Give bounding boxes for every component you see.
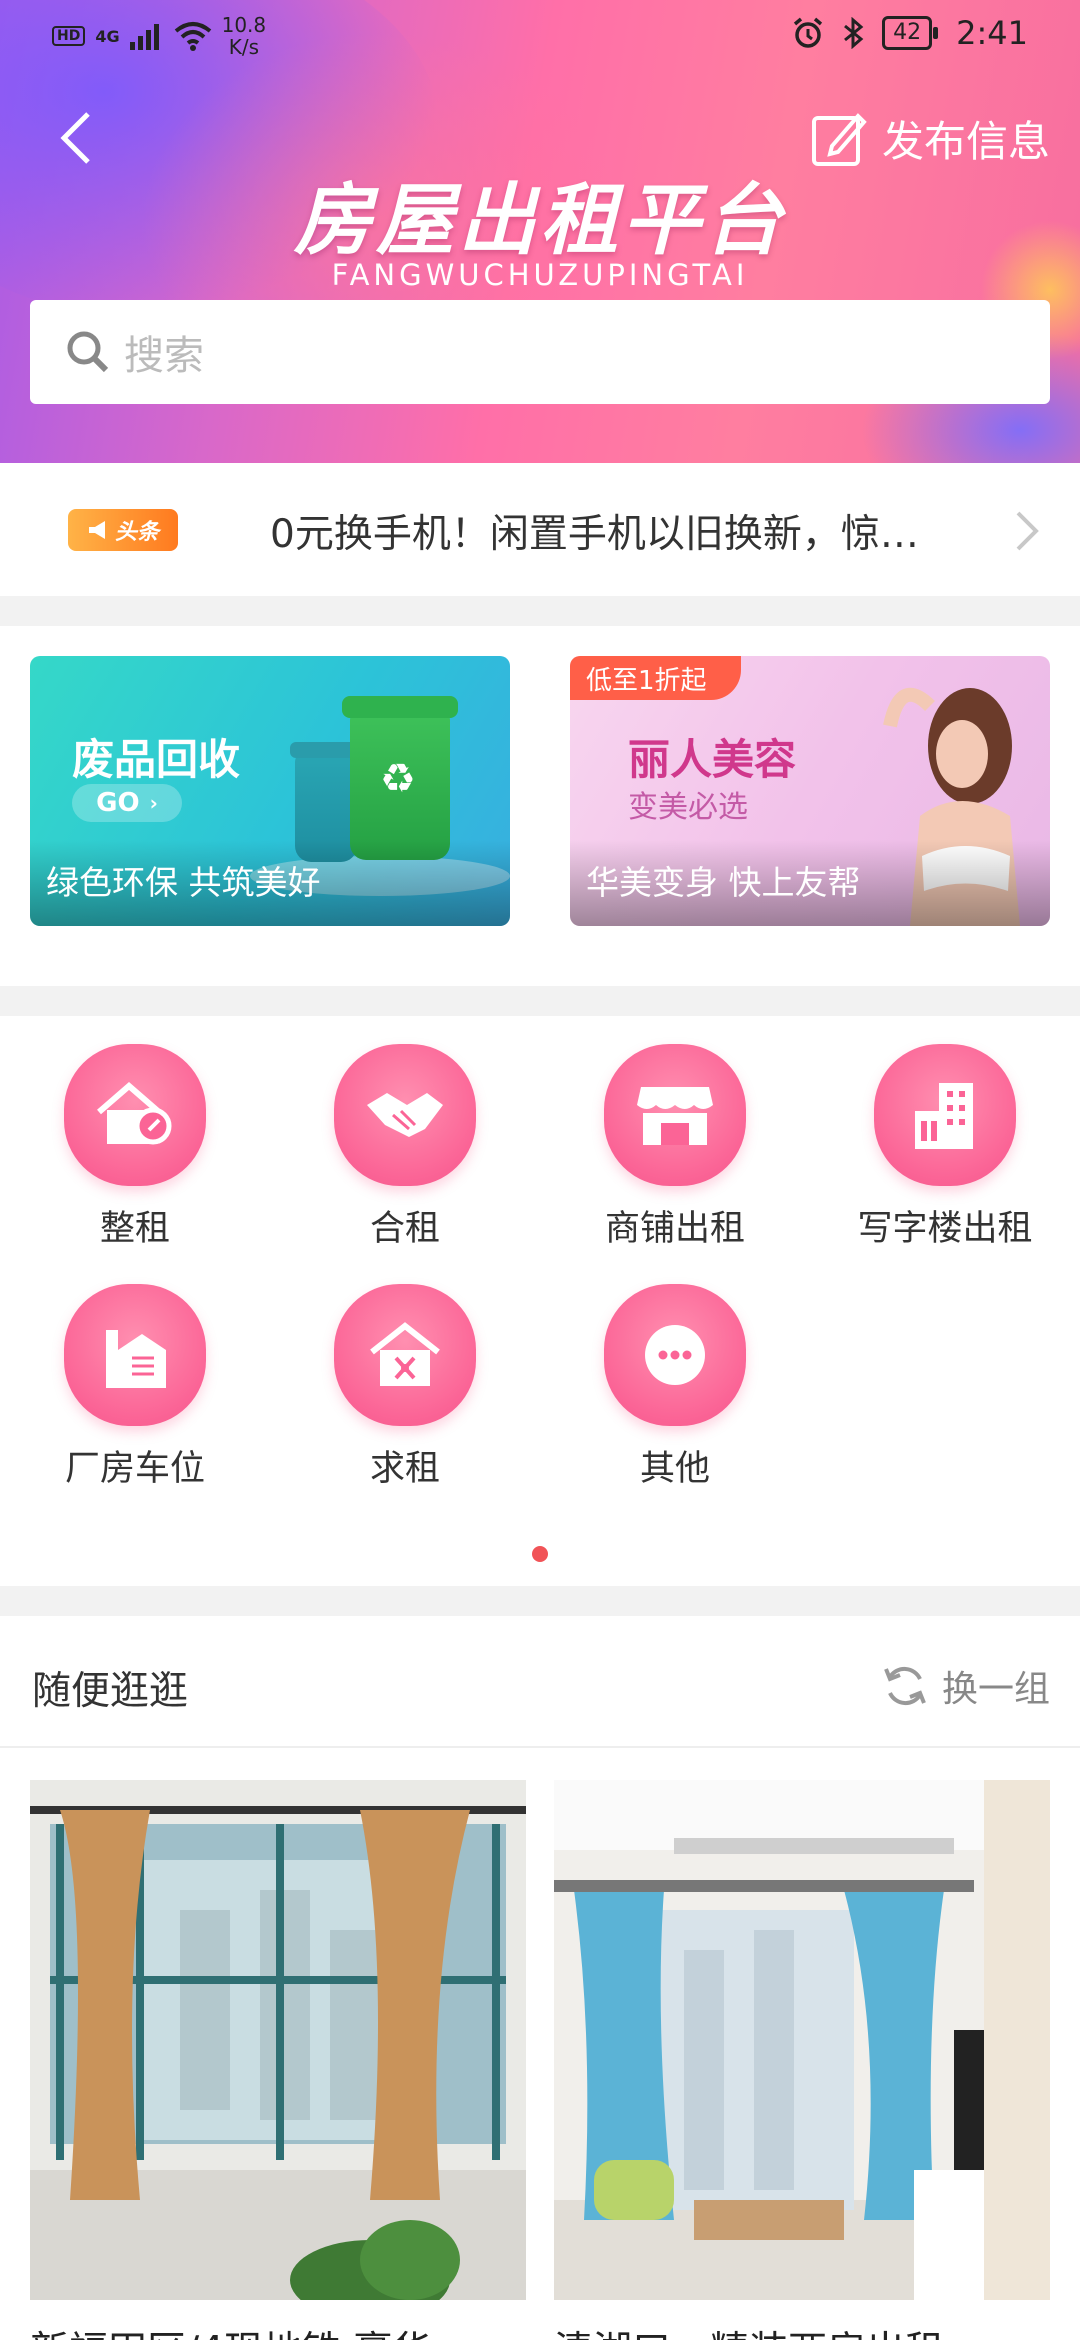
search-placeholder: 搜索 bbox=[124, 333, 204, 379]
megaphone-icon bbox=[88, 521, 105, 539]
banner-caption: 华美变身 快上友帮 bbox=[586, 863, 861, 902]
category-label: 求租 bbox=[369, 1449, 440, 1489]
shuffle-label: 换一组 bbox=[941, 1669, 1050, 1710]
category-shop-rent[interactable]: 商铺出租 bbox=[540, 1016, 810, 1251]
bluetooth-icon bbox=[844, 17, 864, 49]
hd-indicator: HD bbox=[52, 26, 86, 46]
wifi-icon bbox=[174, 22, 211, 51]
category-other[interactable]: 其他 bbox=[540, 1256, 810, 1491]
news-text: 0元换手机！闲置手机以旧换新，惊… bbox=[270, 512, 919, 557]
category-label: 整租 bbox=[99, 1209, 170, 1249]
factory-icon bbox=[64, 1284, 206, 1426]
search-input[interactable]: 搜索 bbox=[30, 300, 1050, 404]
banner-title: 丽人美容 bbox=[628, 735, 797, 784]
category-label: 合租 bbox=[369, 1209, 440, 1249]
status-bar: HD 4G 10.8 K/s 42 2:41 bbox=[0, 0, 1080, 70]
network-speed: 10.8 K/s bbox=[221, 13, 267, 59]
alarm-icon bbox=[794, 17, 823, 48]
listing-card[interactable] bbox=[30, 1780, 526, 2300]
listing-title: 清湖口，精装两房出租 bbox=[554, 2320, 1050, 2340]
beauty-banner[interactable]: 低至1折起 丽人美容 变美必选 华美变身 快上友帮 bbox=[570, 656, 1050, 926]
clock: 2:41 bbox=[956, 14, 1028, 52]
banner-title: 废品回收 bbox=[72, 735, 241, 784]
pager-dot-active bbox=[532, 1546, 548, 1562]
category-office-rent[interactable]: 写字楼出租 bbox=[810, 1016, 1080, 1251]
category-seek-rent[interactable]: 求租 bbox=[270, 1256, 540, 1491]
category-label: 商铺出租 bbox=[604, 1209, 745, 1249]
go-button[interactable]: GO › bbox=[72, 784, 182, 822]
more-icon bbox=[604, 1284, 746, 1426]
listing-photo bbox=[30, 1780, 526, 2300]
discount-tag: 低至1折起 bbox=[570, 656, 741, 700]
shuffle-button[interactable]: 换一组 bbox=[880, 1660, 1050, 1712]
house-search-icon bbox=[334, 1284, 476, 1426]
shop-icon bbox=[604, 1044, 746, 1186]
category-grid: 整租 合租 商铺出租 写字楼出租 厂房车位 求租 其他 bbox=[0, 1016, 1080, 1586]
network-label: 4G bbox=[95, 26, 120, 46]
recycle-icon: ♻ bbox=[380, 756, 416, 802]
house-key-icon bbox=[64, 1044, 206, 1186]
category-factory-parking[interactable]: 厂房车位 bbox=[0, 1256, 270, 1491]
section-title: 随便逛逛 bbox=[32, 1669, 189, 1714]
recycle-banner[interactable]: ♻ 废品回收 GO › 绿色环保 共筑美好 bbox=[30, 656, 510, 926]
handshake-icon bbox=[334, 1044, 476, 1186]
category-label: 写字楼出租 bbox=[857, 1209, 1033, 1249]
signal-icon bbox=[129, 24, 159, 50]
page-title: 房屋出租平台 bbox=[293, 176, 786, 266]
category-label: 其他 bbox=[639, 1449, 710, 1489]
banner-subtitle: 变美必选 bbox=[628, 790, 748, 825]
browse-section: 随便逛逛 换一组 bbox=[0, 1616, 1080, 2340]
browse-header: 随便逛逛 换一组 bbox=[0, 1616, 1080, 1748]
search-icon bbox=[67, 331, 109, 373]
promo-banners: ♻ 废品回收 GO › 绿色环保 共筑美好 低至1折起 丽人美容 变美必选 华美变… bbox=[0, 626, 1080, 986]
page-subtitle: FANGWUCHUZUPINGTAI bbox=[331, 258, 749, 292]
category-whole-rent[interactable]: 整租 bbox=[0, 1016, 270, 1251]
battery-indicator: 42 bbox=[882, 16, 939, 50]
listing-title: 新福田区/4现地铁 豪华 bbox=[30, 2320, 526, 2340]
header-banner: HD 4G 10.8 K/s 42 2:41 发布信息 房屋出租平台 FANGWU… bbox=[0, 0, 1080, 463]
banner-caption: 绿色环保 共筑美好 bbox=[46, 863, 321, 902]
listing-card[interactable] bbox=[554, 1780, 1050, 2300]
category-shared-rent[interactable]: 合租 bbox=[270, 1016, 540, 1251]
chevron-right-icon bbox=[1016, 511, 1039, 551]
refresh-icon bbox=[884, 1666, 926, 1706]
office-building-icon bbox=[874, 1044, 1016, 1186]
listing-photo bbox=[554, 1780, 1050, 2300]
category-label: 厂房车位 bbox=[64, 1449, 205, 1489]
headline-badge: 头条 bbox=[68, 509, 178, 551]
news-ticker[interactable]: 头条 0元换手机！闲置手机以旧换新，惊… bbox=[0, 463, 1080, 596]
